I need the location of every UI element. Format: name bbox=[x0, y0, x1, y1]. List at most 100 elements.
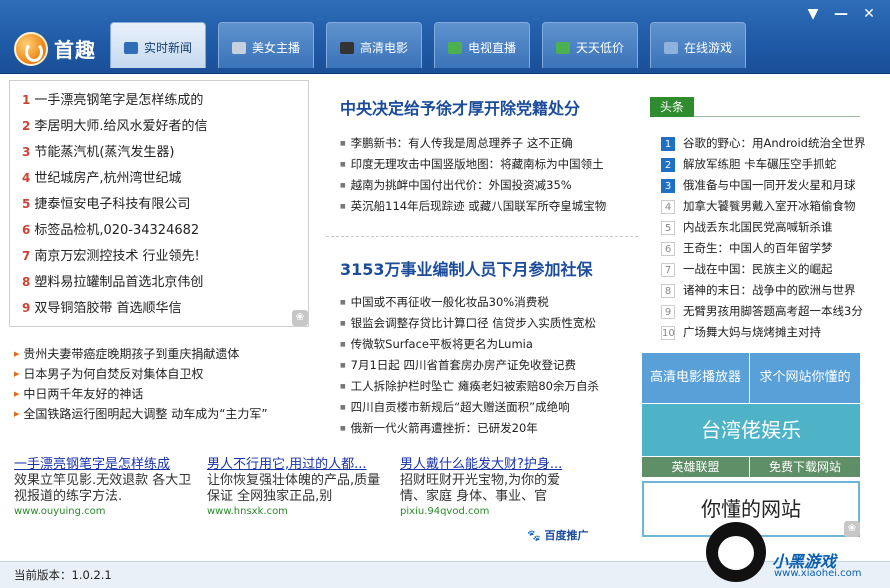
ad-website[interactable]: 求个网站你懂的 bbox=[750, 353, 860, 403]
rank-badge: 4 bbox=[661, 199, 675, 214]
left-ad-item[interactable]: 8 塑料易拉罐制品首选北京伟创 bbox=[22, 269, 308, 295]
news-link[interactable]: 中国或不再征收一般化妆品30%消费税 bbox=[340, 292, 630, 313]
tab-hd-movies[interactable]: 高清电影 bbox=[326, 22, 422, 68]
rank-badge: 1 bbox=[661, 136, 675, 151]
rank-badge: 7 bbox=[661, 262, 675, 277]
gamepad-icon bbox=[663, 41, 678, 54]
item-text: 一手漂亮钢笔字是怎样练成的 bbox=[34, 93, 204, 108]
news-link[interactable]: 传微软Surface平板将更名为Lumia bbox=[340, 334, 630, 355]
rank-badge: 3 bbox=[661, 178, 675, 193]
left-ad-item[interactable]: 1 一手漂亮钢笔字是怎样练成的 bbox=[22, 87, 308, 113]
headline-item[interactable]: 9 无臂男孩用脚答题高考超一本线3分 bbox=[661, 301, 876, 322]
ad-desc: 效果立竿见影.无效退款 各大卫视报道的练字方法. bbox=[14, 473, 192, 504]
news-list-2: 中国或不再征收一般化妆品30%消费税 银监会调整存贷比计算口径 信贷步入实质性宽… bbox=[340, 292, 630, 439]
news-link[interactable]: 英沉船114年后现踪迹 或藏八国联军所夺皇城宝物 bbox=[340, 196, 630, 217]
headline-main[interactable]: 中央决定给予徐才厚开除党籍处分 bbox=[340, 95, 580, 119]
item-number: 6 bbox=[22, 223, 31, 237]
news-link[interactable]: 越南为挑衅中国付出代价：外国投资减35% bbox=[340, 175, 630, 196]
item-number: 9 bbox=[22, 301, 31, 315]
panda-logo-icon bbox=[706, 522, 766, 582]
tag-icon bbox=[555, 41, 570, 54]
left-ad-box: 1 一手漂亮钢笔字是怎样练成的 2 李居明大师.给风水爱好者的信 3 节能蒸汽机(蒸汽… bbox=[9, 80, 309, 327]
left-ad-item[interactable]: 2 李居明大师.给风水爱好者的信 bbox=[22, 113, 308, 139]
ad-free-download[interactable]: 免费下载网站 bbox=[750, 457, 860, 477]
tab-tv-live[interactable]: 电视直播 bbox=[434, 22, 530, 68]
paw-icon[interactable]: ❀ bbox=[292, 310, 308, 326]
headlines-tab[interactable]: 头条 bbox=[650, 97, 694, 117]
news-link[interactable]: 印度无理攻击中国竖版地图：将藏南标为中国领土 bbox=[340, 154, 630, 175]
news-link[interactable]: 中日两千年友好的神话 bbox=[14, 384, 314, 404]
left-ad-item[interactable]: 9 双导铜箔胶带 首选顺华信 bbox=[22, 295, 308, 321]
headline-item[interactable]: 8 诸神的末日：战争中的欧洲与世界 bbox=[661, 280, 876, 301]
item-text: 南京万宏测控技术 行业领先! bbox=[34, 249, 200, 264]
left-ad-item[interactable]: 4 世纪城房产,杭州湾世纪城 bbox=[22, 165, 308, 191]
news-link[interactable]: 俄新一代火箭再遭挫折：已研发20年 bbox=[340, 418, 630, 439]
ad-url: www.ouyuing.com bbox=[14, 506, 106, 517]
ad-taiwan-entertainment[interactable]: 台湾佬娱乐 bbox=[642, 404, 860, 456]
headline-item[interactable]: 2 解放军练胆 卡车碾压空手抓蛇 bbox=[661, 154, 876, 175]
headline-item[interactable]: 10 广场舞大妈与烧烤摊主对持 bbox=[661, 322, 876, 343]
left-news-list: 贵州夫妻带癌症晚期孩子到重庆捐献遗体 日本男子为何自焚反对集体自卫权 中日两千年… bbox=[14, 344, 314, 424]
app-logo-icon bbox=[14, 32, 48, 66]
tab-online-games[interactable]: 在线游戏 bbox=[650, 22, 746, 68]
minimize-icon[interactable]: — bbox=[834, 6, 848, 22]
news-link[interactable]: 四川自贡楼市新规后“超大赠送面积”成绝响 bbox=[340, 397, 630, 418]
tab-label: 美女主播 bbox=[251, 41, 300, 55]
headline-item[interactable]: 3 俄准备与中国一同开发火星和月球 bbox=[661, 175, 876, 196]
ad-title[interactable]: 一手漂亮钢笔字是怎样练成 bbox=[14, 456, 194, 473]
item-text: 世纪城房产,杭州湾世纪城 bbox=[34, 171, 182, 186]
headline-item[interactable]: 7 一战在中国：民族主义的崛起 bbox=[661, 259, 876, 280]
bottom-ad[interactable]: 男人不行用它,用过的人都... 让你恢复强壮体魄的产品,质量保证 全网独家正品,… bbox=[207, 456, 387, 519]
item-text: 节能蒸汽机(蒸汽发生器) bbox=[34, 145, 175, 160]
news-link[interactable]: 李鹏新书：有人传我是周总理养子 这不正确 bbox=[340, 133, 630, 154]
news-link[interactable]: 工人拆除护栏时坠亡 瘫痪老妇被索赔80余万自杀 bbox=[340, 376, 630, 397]
item-number: 4 bbox=[22, 171, 31, 185]
app-brand: 首趣 bbox=[54, 38, 96, 62]
left-ad-item[interactable]: 5 捷泰恒安电子科技有限公司 bbox=[22, 191, 308, 217]
rank-badge: 6 bbox=[661, 241, 675, 256]
tab-label: 实时新闻 bbox=[143, 41, 192, 55]
headline-text: 王奇生：中国人的百年留学梦 bbox=[683, 241, 833, 255]
left-ad-item[interactable]: 6 标签品检机,020-34324682 bbox=[22, 217, 308, 243]
item-text: 李居明大师.给风水爱好者的信 bbox=[34, 119, 208, 134]
menu-dropdown-icon[interactable]: ▼ bbox=[806, 6, 820, 22]
bottom-ad[interactable]: 一手漂亮钢笔字是怎样练成 效果立竿见影.无效退款 各大卫视报道的练字方法. ww… bbox=[14, 456, 194, 519]
ad-title[interactable]: 男人戴什么能发大财?护身... bbox=[400, 456, 580, 473]
headline-text: 广场舞大妈与烧烤摊主对持 bbox=[683, 325, 821, 339]
news-link[interactable]: 7月1日起 四川省首套房办房产证免收登记费 bbox=[340, 355, 630, 376]
headline-text: 解放军练胆 卡车碾压空手抓蛇 bbox=[683, 157, 837, 171]
headline-text: 加拿大饕餮男戴入室开冰箱偷食物 bbox=[683, 199, 856, 213]
item-text: 塑料易拉罐制品首选北京伟创 bbox=[34, 275, 204, 290]
rank-badge: 2 bbox=[661, 157, 675, 172]
headline-text: 一战在中国：民族主义的崛起 bbox=[683, 262, 833, 276]
headline-second[interactable]: 3153万事业编制人员下月参加社保 bbox=[340, 256, 593, 280]
headline-item[interactable]: 4 加拿大饕餮男戴入室开冰箱偷食物 bbox=[661, 196, 876, 217]
headline-text: 诸神的末日：战争中的欧洲与世界 bbox=[683, 283, 856, 297]
ad-lol[interactable]: 英雄联盟 bbox=[642, 457, 749, 477]
tab-beauty-anchor[interactable]: 美女主播 bbox=[218, 22, 314, 68]
headline-text: 内战丢东北国民党高喊斩杀谁 bbox=[683, 220, 833, 234]
tab-daily-deals[interactable]: 天天低价 bbox=[542, 22, 638, 68]
headline-item[interactable]: 1 谷歌的野心：用Android统治全世界 bbox=[661, 133, 876, 154]
headlines-list: 1 谷歌的野心：用Android统治全世界 2 解放军练胆 卡车碾压空手抓蛇 3 俄准… bbox=[661, 133, 876, 343]
close-icon[interactable]: ✕ bbox=[862, 6, 876, 22]
headline-item[interactable]: 6 王奇生：中国人的百年留学梦 bbox=[661, 238, 876, 259]
item-text: 标签品检机,020-34324682 bbox=[34, 223, 200, 238]
bottom-ad[interactable]: 男人戴什么能发大财?护身... 招财旺财开光宝物,为你的爱情、家庭 身体、事业、… bbox=[400, 456, 580, 519]
news-link[interactable]: 日本男子为何自焚反对集体自卫权 bbox=[14, 364, 314, 384]
ad-hd-player[interactable]: 高清电影播放器 bbox=[642, 353, 749, 403]
baidu-promo-label[interactable]: 🐾 百度推广 bbox=[527, 527, 589, 543]
left-ad-item[interactable]: 3 节能蒸汽机(蒸汽发生器) bbox=[22, 139, 308, 165]
rank-badge: 10 bbox=[661, 325, 675, 340]
baidu-label-text: 百度推广 bbox=[544, 529, 589, 542]
rank-badge: 9 bbox=[661, 304, 675, 319]
headline-item[interactable]: 5 内战丢东北国民党高喊斩杀谁 bbox=[661, 217, 876, 238]
ad-desc: 招财旺财开光宝物,为你的爱情、家庭 身体、事业、官 bbox=[400, 473, 561, 504]
news-link[interactable]: 贵州夫妻带癌症晚期孩子到重庆捐献遗体 bbox=[14, 344, 314, 364]
left-ad-item[interactable]: 7 南京万宏测控技术 行业领先! bbox=[22, 243, 308, 269]
news-link[interactable]: 银监会调整存贷比计算口径 信贷步入实质性宽松 bbox=[340, 313, 630, 334]
news-link[interactable]: 全国铁路运行图明起大调整 动车成为“主力军” bbox=[14, 404, 314, 424]
tab-label: 在线游戏 bbox=[683, 41, 732, 55]
ad-title[interactable]: 男人不行用它,用过的人都... bbox=[207, 456, 387, 473]
tab-realtime-news[interactable]: 实时新闻 bbox=[110, 22, 206, 68]
